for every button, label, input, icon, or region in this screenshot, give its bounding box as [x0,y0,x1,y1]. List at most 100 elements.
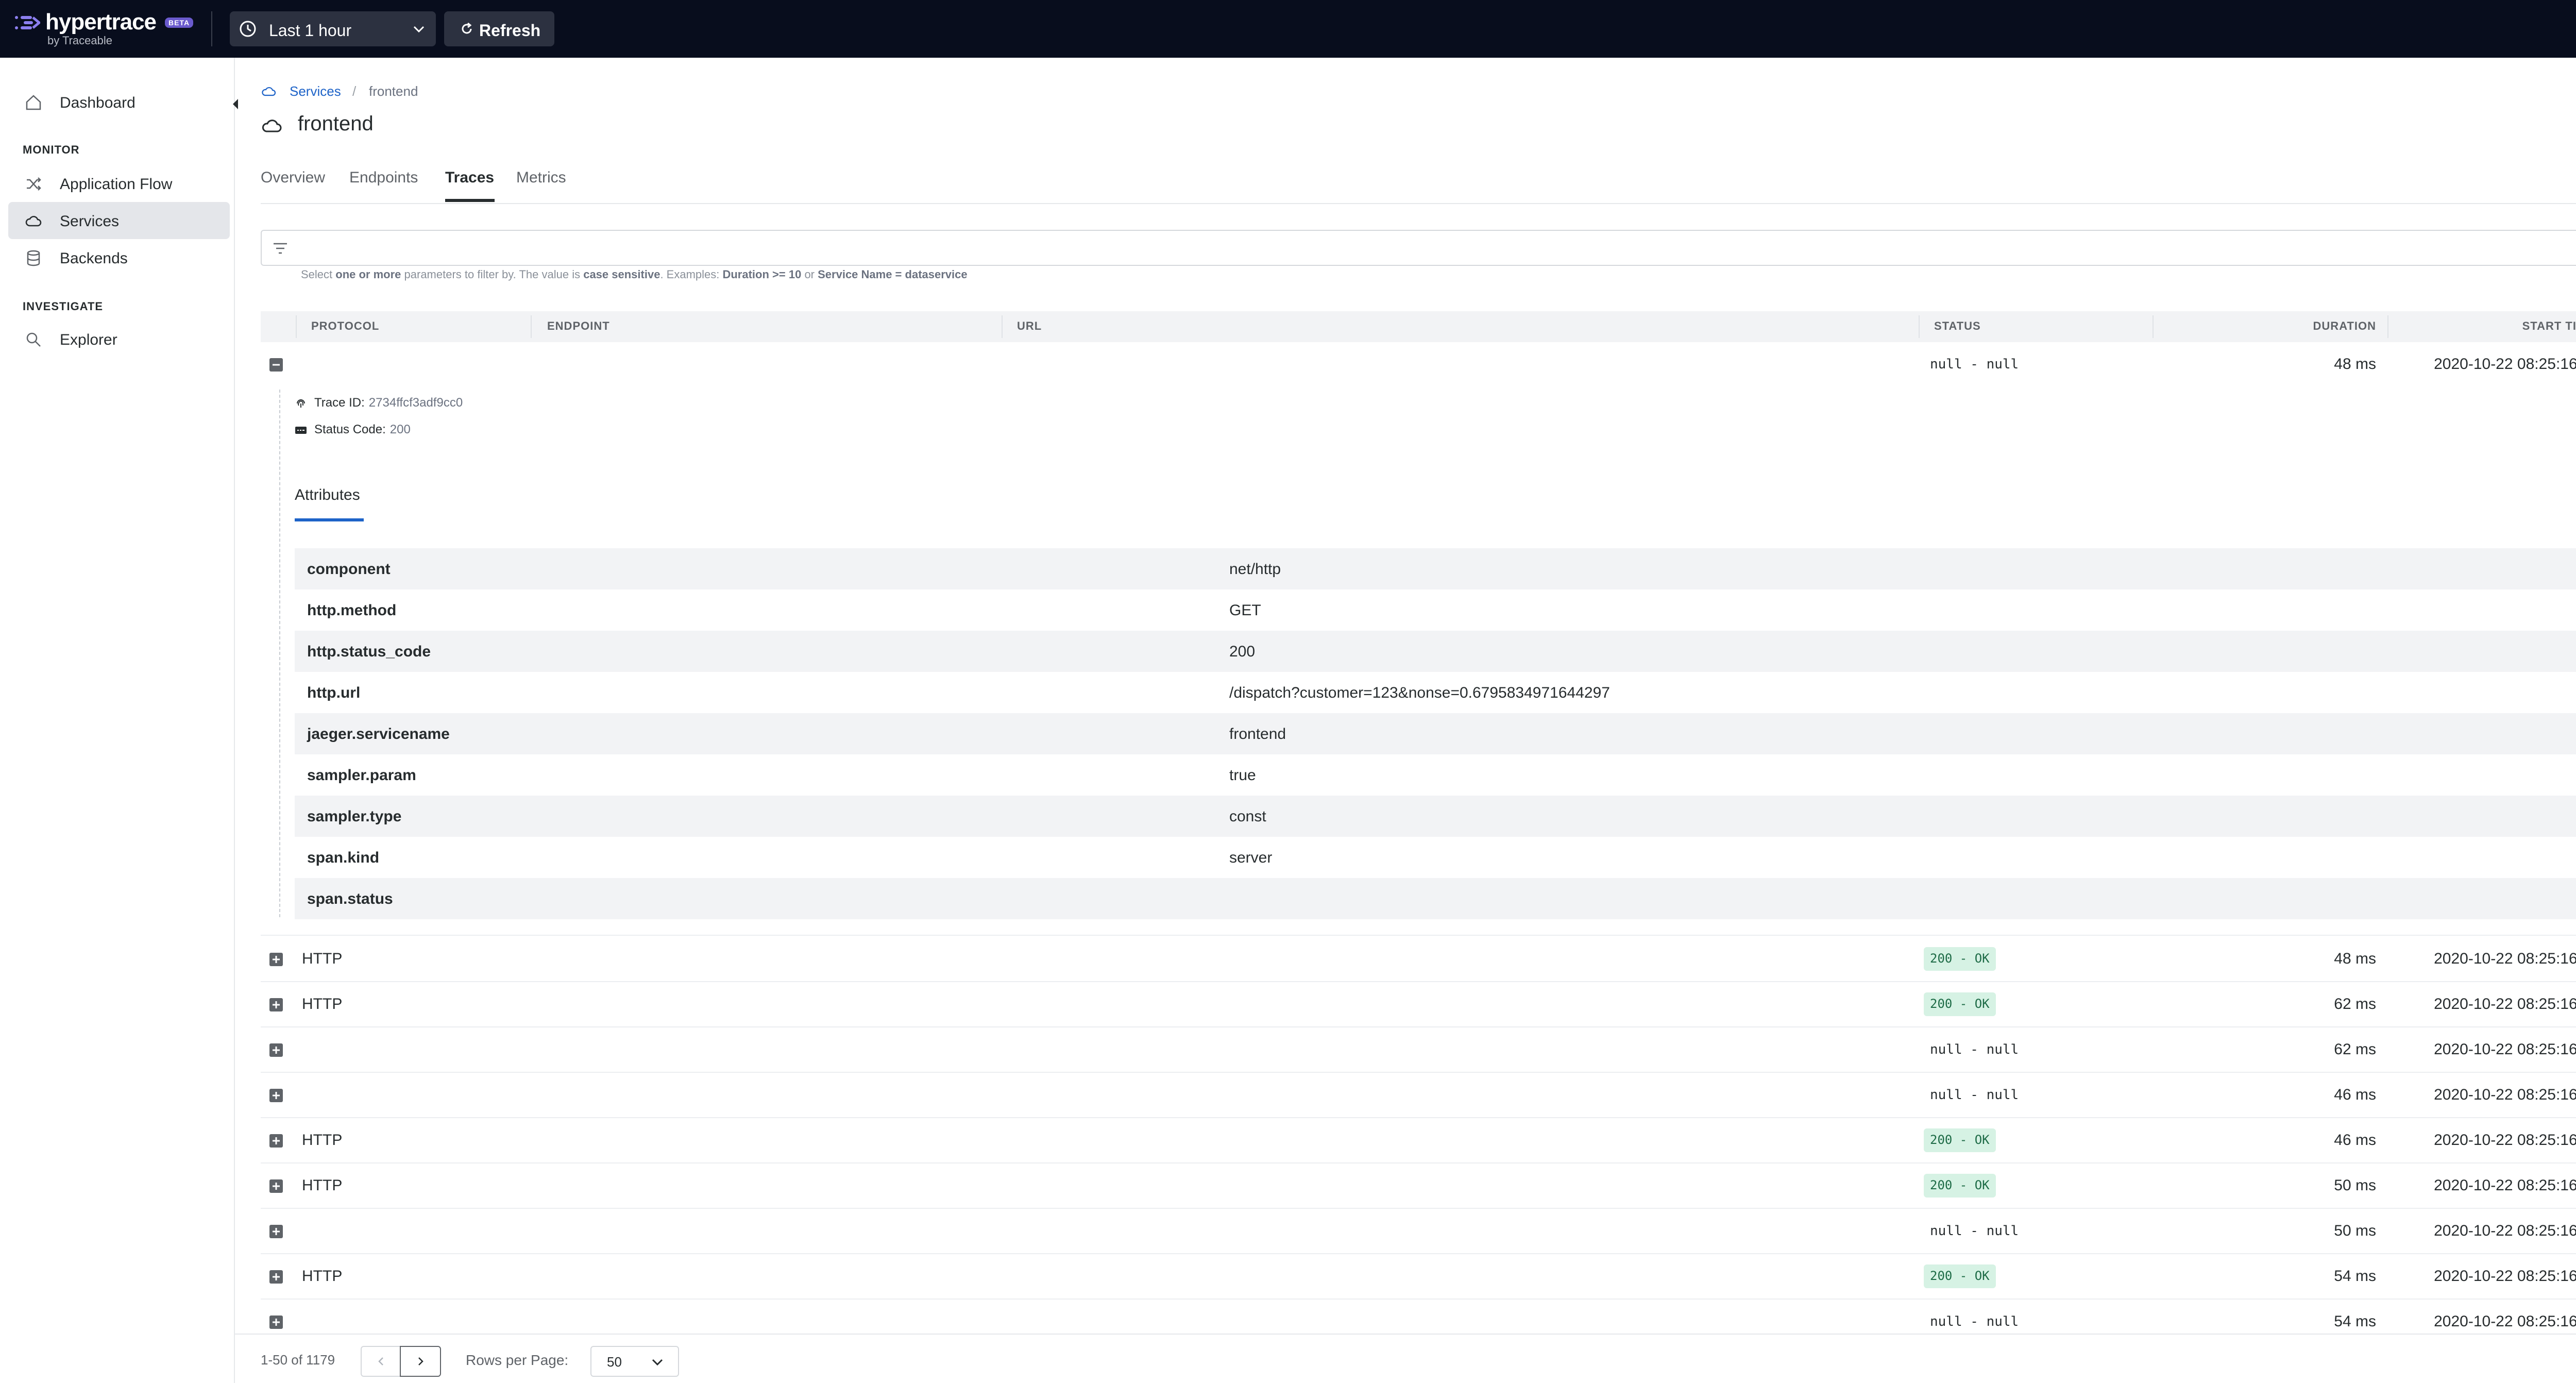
attribute-value: true [1229,767,1256,784]
attribute-value: server [1229,849,1273,866]
time-range-select[interactable]: Last 1 hour [230,11,436,46]
column-header-protocol[interactable]: PROTOCOL [311,319,379,333]
filter-input[interactable] [261,230,2576,266]
attribute-key: http.url [307,684,361,701]
filter-icon [274,243,287,254]
active-tab-indicator [445,199,495,202]
tab-overview[interactable]: Overview [261,169,325,187]
duration-value: 46 ms [2334,1132,2376,1149]
sidebar-item-label: Backends [60,250,128,267]
table-row[interactable]: HTTP 200 - OK 50 ms 2020-10-22 08:25:16 … [261,1163,2576,1209]
tree-connector [279,390,280,917]
table-row[interactable]: null - null 46 ms 2020-10-22 08:25:16 PM [261,1073,2576,1118]
rows-per-page-value: 50 [607,1354,622,1370]
start-time-value: 2020-10-22 08:25:16 PM [2434,1268,2576,1285]
attribute-key: sampler.type [307,808,402,825]
breadcrumb-current: frontend [369,83,418,99]
attribute-row: sampler.type const [295,796,2576,837]
status-value: null - null [1930,1087,2019,1103]
attribute-key: sampler.param [307,767,416,784]
cloud-icon [25,216,42,227]
status-value: null - null [1930,1223,2019,1239]
attribute-row: span.kind server [295,837,2576,878]
status-badge: 200 - OK [1924,1128,1996,1152]
protocol-value: HTTP [302,1268,343,1285]
sidebar: Dashboard MONITOR Application Flow Servi… [0,58,238,1383]
expand-row-icon[interactable] [269,1315,283,1329]
sidebar-item-dashboard[interactable]: Dashboard [8,83,230,121]
trace-id: Trace ID: 2734ffcf3adf9cc0 [295,396,463,410]
expand-row-icon[interactable] [269,1270,283,1284]
time-range-label: Last 1 hour [269,21,352,40]
protocol-value: HTTP [302,1132,343,1149]
attribute-row: sampler.param true [295,754,2576,796]
cloud-icon [262,87,276,96]
status-badge: 200 - OK [1924,947,1996,971]
status-value: null - null [1930,357,2019,372]
column-divider [1002,315,1003,338]
attribute-key: component [307,561,391,578]
expand-row-icon[interactable] [269,952,283,967]
rows-per-page-select[interactable]: 50 [590,1346,679,1377]
table-row[interactable]: HTTP 200 - OK 62 ms 2020-10-22 08:25:16 … [261,982,2576,1027]
table-row[interactable]: HTTP 200 - OK 48 ms 2020-10-22 08:25:16 … [261,937,2576,982]
expand-row-icon[interactable] [269,1134,283,1148]
table-row[interactable]: HTTP 200 - OK 54 ms 2020-10-22 08:25:16 … [261,1254,2576,1300]
start-time-value: 2020-10-22 08:25:16 PM [2434,1132,2576,1149]
chevron-right-icon [418,1357,423,1365]
home-icon [26,95,41,110]
refresh-label: Refresh [479,21,541,40]
beta-badge: BETA [165,18,194,28]
duration-value: 48 ms [2334,950,2376,967]
column-header-status[interactable]: STATUS [1934,319,1981,333]
sidebar-item-explorer[interactable]: Explorer [8,321,230,358]
expand-row-icon[interactable] [269,1224,283,1239]
tab-endpoints[interactable]: Endpoints [349,169,418,187]
refresh-icon [462,23,472,34]
clock-icon [240,21,256,37]
attribute-key: http.method [307,602,397,619]
refresh-button[interactable]: Refresh [444,11,554,46]
sidebar-item-label: Explorer [60,331,117,348]
previous-page-button[interactable] [361,1346,401,1377]
table-row-expanded[interactable]: null - null 48 ms 2020-10-22 08:25:16 PM [261,342,2576,390]
duration-value: 50 ms [2334,1222,2376,1239]
column-header-duration[interactable]: DURATION [2313,319,2376,333]
status-badge: 200 - OK [1924,992,1996,1016]
column-header-endpoint[interactable]: ENDPOINT [547,319,610,333]
column-header-start-time[interactable]: START TIME▾ [2522,319,2576,333]
sidebar-item-label: Services [60,213,120,230]
next-page-button[interactable] [400,1346,441,1377]
sidebar-item-services[interactable]: Services [8,202,230,239]
expand-row-icon[interactable] [269,998,283,1012]
column-divider [1919,315,1920,338]
start-time-value: 2020-10-22 08:25:16 PM [2434,950,2576,967]
hypertrace-logo[interactable]: hypertrace BETA by Traceable [14,9,205,48]
table-row[interactable]: null - null 62 ms 2020-10-22 08:25:16 PM [261,1027,2576,1073]
breadcrumb-services-link[interactable]: Services [290,83,341,99]
pagination-bar: 1-50 of 1179 Rows per Page: 50 [235,1334,2576,1383]
expand-row-icon[interactable] [269,1179,283,1193]
start-time-value: 2020-10-22 08:25:16 PM [2434,356,2576,373]
attribute-row: jaeger.servicename frontend [295,713,2576,754]
start-time-value: 2020-10-22 08:25:16 PM [2434,996,2576,1013]
expand-row-icon[interactable] [269,1043,283,1057]
chevron-down-icon [413,26,425,33]
table-row[interactable]: null - null 50 ms 2020-10-22 08:25:16 PM [261,1209,2576,1254]
database-icon [27,250,40,266]
pagination-count: 1-50 of 1179 [261,1352,335,1368]
attribute-row: http.status_code 200 [295,631,2576,672]
sidebar-item-backends[interactable]: Backends [8,239,230,276]
column-header-url[interactable]: URL [1017,319,1042,333]
expand-row-icon[interactable] [269,1088,283,1103]
tab-attributes[interactable]: Attributes [295,486,360,504]
table-row[interactable]: HTTP 200 - OK 46 ms 2020-10-22 08:25:16 … [261,1118,2576,1163]
collapse-row-icon[interactable] [269,358,283,372]
sidebar-item-application-flow[interactable]: Application Flow [8,165,230,202]
collapse-sidebar-icon[interactable] [230,95,241,113]
table-header: PROTOCOL ENDPOINT URL STATUS DURATION ST… [261,311,2576,342]
tab-metrics[interactable]: Metrics [516,169,566,187]
start-time-value: 2020-10-22 08:25:16 PM [2434,1222,2576,1239]
tab-traces[interactable]: Traces [445,169,494,187]
duration-value: 48 ms [2334,356,2376,373]
